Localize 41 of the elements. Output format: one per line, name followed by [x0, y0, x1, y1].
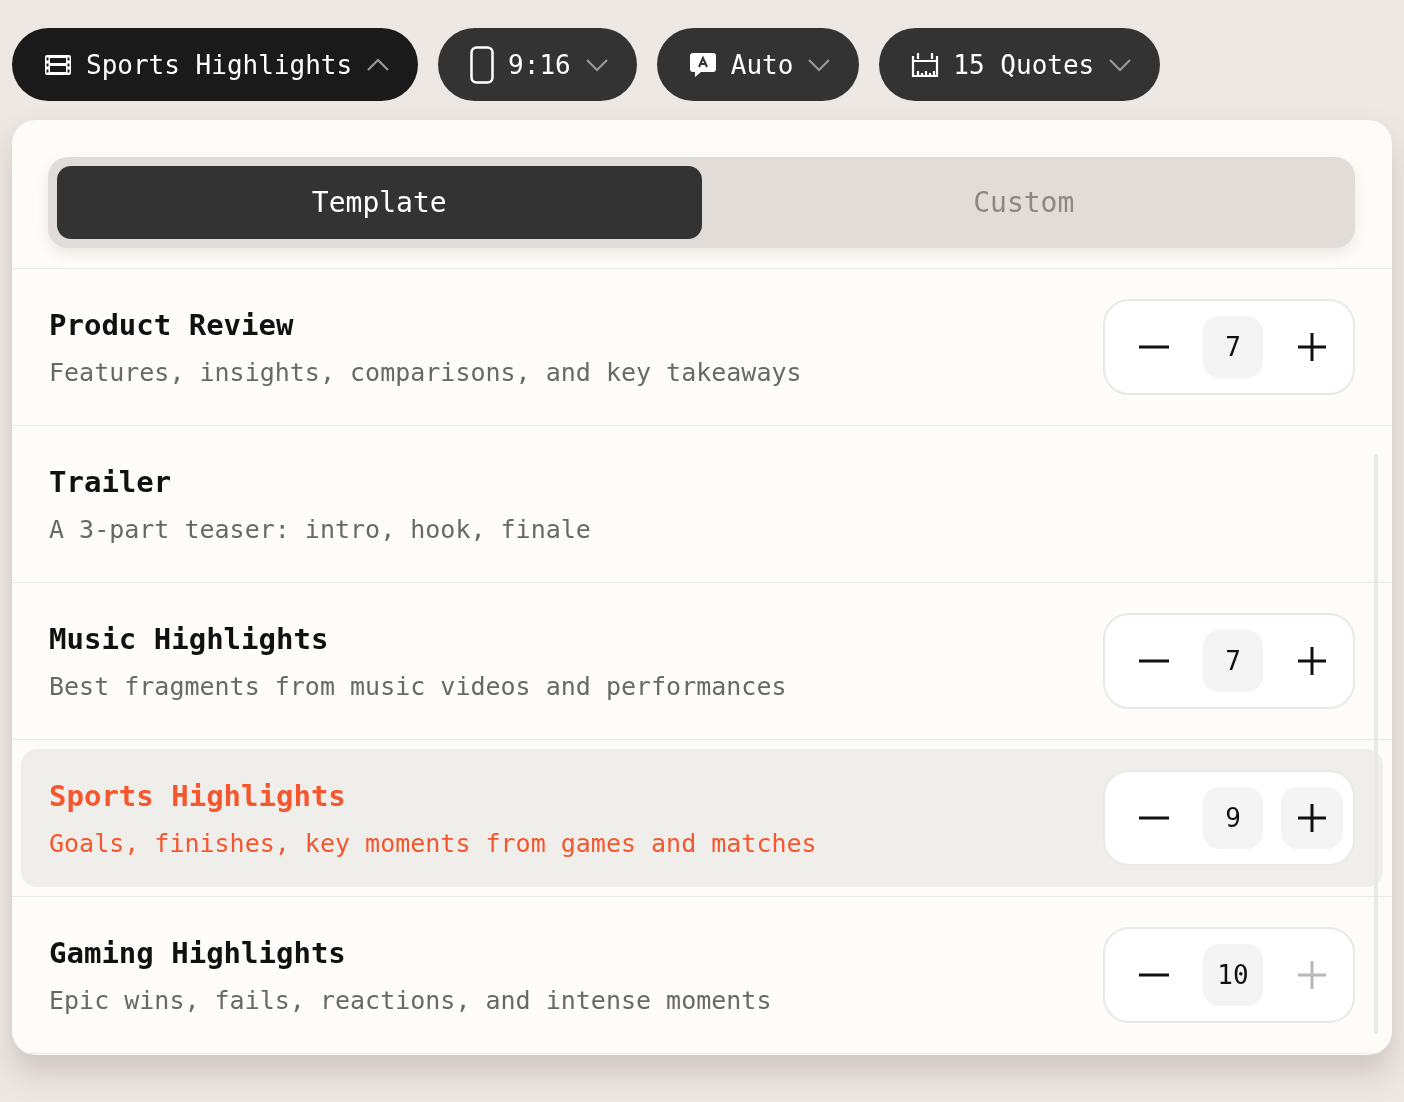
chevron-icon	[807, 57, 832, 72]
quantity-value: 7	[1203, 316, 1263, 378]
template-description: Epic wins, fails, reactions, and intense moments	[49, 985, 772, 1015]
template-row[interactable]: Product Review Features, insights, comparisons, and key takeaways 7	[21, 278, 1383, 416]
quantity-value: 10	[1203, 944, 1263, 1006]
increase-button[interactable]	[1281, 787, 1343, 849]
template-row[interactable]: Gaming Highlights Epic wins, fails, reactions, and intense moments 10	[21, 906, 1383, 1044]
plus-icon	[1297, 332, 1327, 362]
speech-bubble-icon	[688, 51, 717, 78]
chevron-icon	[584, 57, 609, 72]
phone-icon	[470, 45, 495, 84]
template-row[interactable]: Music Highlights Best fragments from music videos and performances 7	[21, 592, 1383, 730]
film-icon	[44, 52, 72, 77]
ruler-icon	[911, 51, 940, 78]
template-description: A 3-part teaser: intro, hook, finale	[49, 514, 591, 544]
toolbar-dropdown[interactable]: Sports Highlights	[12, 28, 419, 101]
toolbar-dropdown[interactable]: Auto	[656, 28, 860, 101]
plus-icon	[1297, 646, 1327, 676]
chevron-icon	[1108, 57, 1133, 72]
template-title: Gaming Highlights	[49, 935, 347, 970]
mode-tab[interactable]: Template	[57, 166, 702, 239]
minus-icon	[1139, 345, 1169, 349]
minus-icon	[1139, 973, 1169, 977]
template-description: Goals, finishes, key moments from games and matches	[49, 828, 817, 858]
plus-icon	[1297, 803, 1327, 833]
quantity-value: 9	[1203, 787, 1263, 849]
template-title: Trailer	[49, 464, 173, 499]
toolbar-dropdown[interactable]: 9:16	[438, 28, 637, 101]
plus-icon	[1297, 960, 1327, 990]
template-description: Features, insights, comparisons, and key takeaways	[49, 357, 802, 387]
minus-icon	[1139, 659, 1169, 663]
template-title: Music Highlights	[49, 621, 330, 656]
template-title: Product Review	[49, 307, 295, 342]
toolbar-dropdown[interactable]: 15 Quotes	[879, 28, 1161, 101]
template-title: Sports Highlights	[49, 778, 347, 813]
template-row[interactable]: Trailer A 3-part teaser: intro, hook, finale	[21, 435, 1383, 573]
template-description: Best fragments from music videos and performances	[49, 671, 787, 701]
quantity-value: 7	[1203, 630, 1263, 692]
chevron-icon	[366, 57, 391, 72]
template-row[interactable]: Sports Highlights Goals, finishes, key moments from games and matches 9	[21, 749, 1383, 887]
minus-icon	[1139, 816, 1169, 820]
